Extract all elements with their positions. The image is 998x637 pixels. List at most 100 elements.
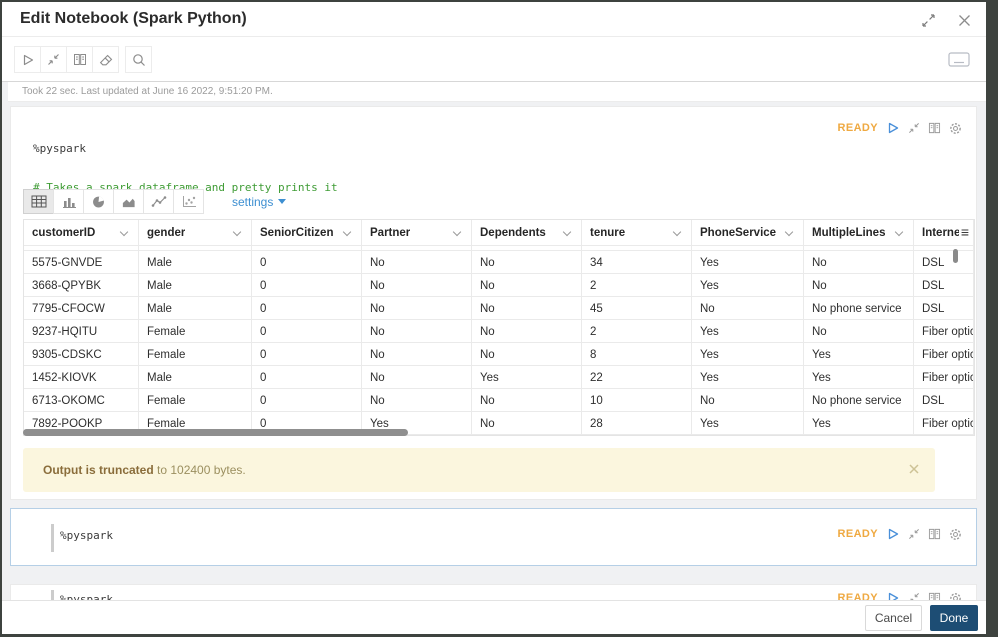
truncation-warning-banner: Output is truncated to 102400 bytes.	[23, 448, 935, 492]
dialog-titlebar: Edit Notebook (Spark Python)	[2, 2, 986, 37]
table-cell: No	[362, 251, 472, 274]
bar-chart-button[interactable]	[53, 189, 84, 214]
code-editor[interactable]: %pyspark	[60, 529, 113, 542]
table-row: 5575-GNVDE Male 0 No No 34 Yes No DSL	[24, 251, 974, 274]
column-header-label: gender	[147, 227, 186, 239]
text-cursor	[51, 590, 54, 600]
show-code-button[interactable]	[66, 46, 93, 73]
table-cell: 45	[582, 297, 692, 320]
table-cell: 7795-CFOCW	[24, 297, 139, 320]
settings-dropdown[interactable]: settings	[232, 195, 287, 209]
table-cell: Male	[139, 366, 252, 389]
collapse-cell-icon[interactable]	[908, 592, 920, 600]
pie-chart-button[interactable]	[83, 189, 114, 214]
chevron-down-icon[interactable]	[784, 227, 794, 236]
column-header[interactable]: gender	[139, 220, 252, 246]
column-header[interactable]: MultipleLines	[804, 220, 914, 246]
column-header[interactable]: tenure	[582, 220, 692, 246]
table-cell: No	[692, 297, 804, 320]
chevron-down-icon[interactable]	[452, 227, 462, 236]
table-row: 1452-KIOVK Male 0 No Yes 22 Yes Yes Fiber optic	[24, 366, 974, 389]
table-cell: Yes	[472, 366, 582, 389]
column-header[interactable]: InternetService≡	[914, 220, 974, 246]
column-header-label: Partner	[370, 227, 411, 239]
column-header[interactable]: PhoneService	[692, 220, 804, 246]
area-chart-button[interactable]	[113, 189, 144, 214]
table-cell: No	[804, 320, 914, 343]
table-cell: DSL	[914, 389, 974, 412]
table-cell: Fiber optic	[914, 320, 974, 343]
table-cell: Yes	[804, 343, 914, 366]
paragraph-cell-2[interactable]: %pyspark READY	[10, 508, 977, 566]
table-cell: No	[362, 297, 472, 320]
chevron-down-icon[interactable]	[562, 227, 572, 236]
text-cursor	[51, 524, 54, 552]
table-cell: No	[362, 320, 472, 343]
run-all-button[interactable]	[14, 46, 41, 73]
edit-notebook-dialog: Edit Notebook (Spark Python) Took 22 sec…	[2, 2, 986, 634]
show-editor-icon[interactable]	[928, 528, 941, 540]
run-cell-icon[interactable]	[886, 591, 900, 600]
column-menu-icon[interactable]: ≡	[958, 224, 969, 241]
expand-icon[interactable]	[920, 12, 936, 28]
table-cell: 5575-GNVDE	[24, 251, 139, 274]
table-cell: 22	[582, 366, 692, 389]
cancel-button[interactable]: Cancel	[865, 605, 922, 631]
table-cell: 10	[582, 389, 692, 412]
clear-output-button[interactable]	[92, 46, 119, 73]
column-header-label: SeniorCitizen	[260, 227, 334, 239]
table-cell: No	[472, 412, 582, 435]
table-cell: DSL	[914, 251, 974, 274]
keyboard-shortcuts-icon[interactable]	[948, 52, 970, 72]
notebook-scroll-area[interactable]: Took 22 sec. Last updated at June 16 202…	[2, 82, 986, 600]
table-cell: Male	[139, 297, 252, 320]
scatter-chart-button[interactable]	[173, 189, 204, 214]
search-button[interactable]	[125, 46, 152, 73]
table-cell: DSL	[914, 297, 974, 320]
cell-settings-gear-icon[interactable]	[949, 592, 962, 600]
show-editor-icon[interactable]	[928, 592, 941, 600]
table-cell: No	[804, 274, 914, 297]
horizontal-scrollbar[interactable]	[23, 429, 408, 436]
table-cell: Yes	[692, 274, 804, 297]
collapse-all-button[interactable]	[40, 46, 67, 73]
paragraph-cell-3[interactable]: %pyspark READY	[10, 584, 977, 600]
chevron-down-icon[interactable]	[894, 227, 904, 236]
chevron-down-icon[interactable]	[672, 227, 682, 236]
cell-settings-gear-icon[interactable]	[949, 122, 962, 135]
run-cell-icon[interactable]	[886, 527, 900, 541]
chevron-down-icon[interactable]	[232, 227, 242, 236]
cell-settings-gear-icon[interactable]	[949, 528, 962, 541]
vertical-scrollbar[interactable]	[953, 249, 958, 263]
table-cell: No	[472, 343, 582, 366]
column-header[interactable]: Partner	[362, 220, 472, 246]
close-icon[interactable]	[956, 12, 972, 28]
line-chart-button[interactable]	[143, 189, 174, 214]
column-header[interactable]: customerID	[24, 220, 139, 246]
column-header[interactable]: SeniorCitizen	[252, 220, 362, 246]
collapse-cell-icon[interactable]	[908, 528, 920, 540]
column-header[interactable]: Dependents	[472, 220, 582, 246]
table-cell: 1452-KIOVK	[24, 366, 139, 389]
table-cell: Yes	[692, 343, 804, 366]
table-view-button[interactable]	[23, 189, 54, 214]
code-line: %pyspark	[33, 142, 86, 155]
code-editor[interactable]: %pyspark	[60, 593, 113, 600]
chevron-down-icon[interactable]	[119, 227, 129, 236]
table-cell: No	[472, 251, 582, 274]
truncation-warning-text: Output is truncated to 102400 bytes.	[43, 448, 246, 492]
banner-close-icon[interactable]	[909, 464, 919, 474]
chevron-down-icon[interactable]	[342, 227, 352, 236]
visualization-toolbar: settings	[23, 189, 287, 214]
show-editor-icon[interactable]	[928, 122, 941, 134]
column-header-label: Dependents	[480, 227, 546, 239]
table-cell: Yes	[804, 366, 914, 389]
run-cell-icon[interactable]	[886, 121, 900, 135]
done-button[interactable]: Done	[930, 605, 978, 631]
table-cell: No phone service	[804, 297, 914, 320]
truncation-warning-rest: to 102400 bytes.	[153, 463, 246, 477]
table-cell: 2	[582, 320, 692, 343]
table-cell: No	[362, 343, 472, 366]
table-cell: DSL	[914, 274, 974, 297]
collapse-cell-icon[interactable]	[908, 122, 920, 134]
